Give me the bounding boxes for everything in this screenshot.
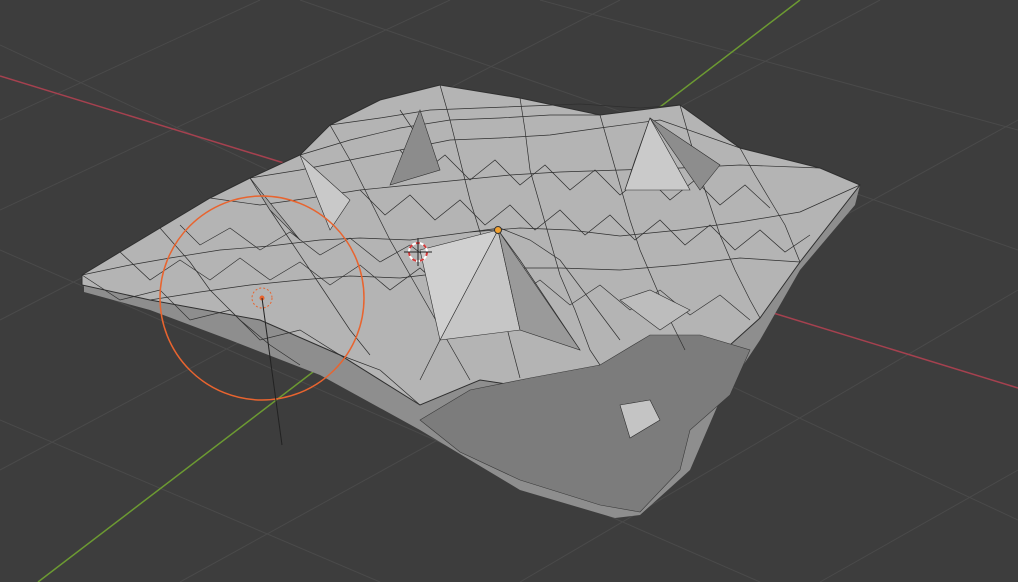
terrain-mesh[interactable] — [81, 84, 861, 518]
object-origin-dot[interactable] — [494, 226, 502, 234]
3d-viewport[interactable] — [0, 0, 1018, 582]
viewport-canvas[interactable] — [0, 0, 1018, 582]
